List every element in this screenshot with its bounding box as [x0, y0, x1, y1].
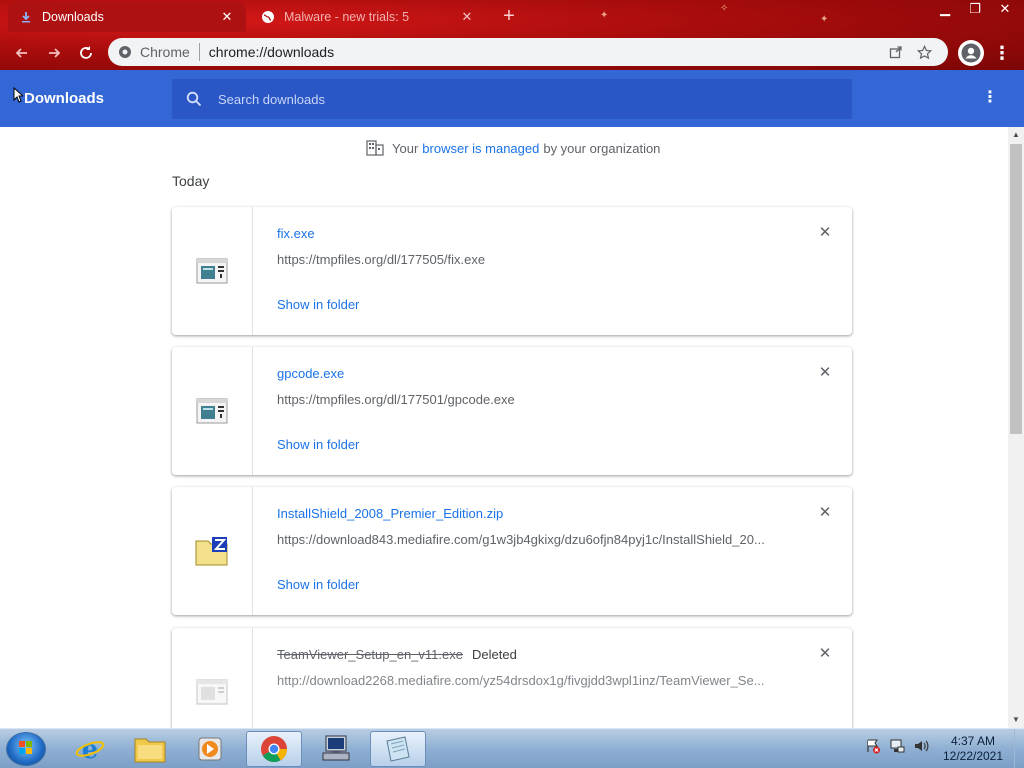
managed-prefix: Your: [392, 140, 419, 156]
download-item: gpcode.exe https://tmpfiles.org/dl/17750…: [172, 347, 852, 475]
remove-from-list-button[interactable]: ✕: [817, 504, 833, 521]
show-in-folder-link[interactable]: Show in folder: [277, 577, 359, 592]
chrome-icon[interactable]: [246, 731, 302, 767]
taskbar: e 4:37 AM 12/22/2021: [0, 728, 1024, 768]
new-tab-button[interactable]: +: [498, 6, 520, 28]
file-explorer-icon[interactable]: [122, 731, 178, 767]
download-item-deleted: TeamViewer_Setup_en_v11.exe Deleted http…: [172, 628, 852, 728]
file-name-link[interactable]: fix.exe: [277, 226, 315, 241]
sparkle-decoration: ✧: [720, 3, 729, 14]
network-status-icon[interactable]: [888, 737, 906, 755]
browser-frame: ✦ ✦ ✧ ✦ Downloads ✕ Malware - new trials…: [0, 0, 1024, 70]
close-icon[interactable]: ✕: [458, 8, 476, 26]
profile-button[interactable]: [958, 40, 984, 66]
share-icon[interactable]: [882, 40, 910, 64]
show-desktop-button[interactable]: [1014, 729, 1024, 768]
downloads-list: Your browser is managed by your organiza…: [0, 127, 1008, 728]
scroll-up-arrow-icon[interactable]: ▲: [1008, 127, 1024, 143]
search-icon: [186, 91, 202, 107]
reload-button[interactable]: [70, 37, 102, 69]
download-icon: [18, 9, 34, 25]
tab-malware[interactable]: Malware - new trials: 5 ✕: [250, 2, 486, 32]
mouse-cursor-icon: [13, 87, 23, 103]
file-source-url[interactable]: https://tmpfiles.org/dl/177501/gpcode.ex…: [277, 392, 777, 407]
system-clock[interactable]: 4:37 AM 12/22/2021: [938, 734, 1008, 764]
scrollbar[interactable]: ▲ ▼: [1008, 127, 1024, 728]
managed-notice: Your browser is managed by your organiza…: [366, 140, 660, 156]
tab-downloads[interactable]: Downloads ✕: [8, 2, 246, 32]
network-computer-icon[interactable]: [308, 731, 364, 767]
search-input[interactable]: Search downloads: [172, 79, 852, 119]
file-name-link[interactable]: InstallShield_2008_Premier_Edition.zip: [277, 506, 503, 521]
exe-file-icon: [172, 207, 253, 335]
more-actions-button[interactable]: ⋮: [980, 88, 1000, 110]
file-name-link[interactable]: gpcode.exe: [277, 366, 344, 381]
windows-logo-icon: [19, 741, 32, 754]
show-in-folder-link[interactable]: Show in folder: [277, 437, 359, 452]
managed-link[interactable]: browser is managed: [422, 141, 539, 156]
remove-from-list-button[interactable]: ✕: [817, 645, 833, 662]
search-placeholder: Search downloads: [218, 91, 325, 107]
download-item: InstallShield_2008_Premier_Edition.zip h…: [172, 487, 852, 615]
sparkle-decoration: ✦: [820, 14, 829, 25]
notepad-window-icon[interactable]: [370, 731, 426, 767]
scroll-down-arrow-icon[interactable]: ▼: [1008, 712, 1024, 728]
page-title: Downloads: [24, 90, 105, 107]
file-name-deleted: TeamViewer_Setup_en_v11.exe: [277, 647, 463, 662]
minimize-button[interactable]: ▁: [930, 0, 960, 20]
media-player-icon[interactable]: [182, 731, 238, 767]
scheme-label: Chrome: [140, 44, 190, 60]
status-badge: Deleted: [472, 647, 517, 662]
action-center-flag-icon[interactable]: [864, 737, 882, 755]
window-controls: ▁ ❐ ✕: [930, 0, 1020, 20]
close-window-button[interactable]: ✕: [990, 0, 1020, 20]
scroll-thumb[interactable]: [1010, 144, 1022, 434]
clock-time: 4:37 AM: [950, 734, 996, 748]
blank-file-icon: [172, 628, 253, 728]
downloads-header: Downloads Search downloads ⋮: [0, 70, 1024, 127]
start-button[interactable]: [6, 732, 46, 766]
sparkle-decoration: ✦: [600, 10, 609, 21]
reload-icon: [80, 45, 92, 59]
close-icon[interactable]: ✕: [218, 8, 236, 26]
svg-text:e: e: [82, 735, 99, 764]
tab-title: Malware - new trials: 5: [284, 10, 423, 24]
remove-from-list-button[interactable]: ✕: [817, 224, 833, 241]
exe-file-icon: [172, 347, 253, 475]
omnibox[interactable]: Chrome chrome://downloads: [108, 38, 948, 66]
bookmark-star-icon[interactable]: [910, 40, 938, 64]
show-in-folder-link[interactable]: Show in folder: [277, 297, 359, 312]
remove-from-list-button[interactable]: ✕: [817, 364, 833, 381]
chrome-menu-button[interactable]: ⋮: [992, 41, 1012, 65]
tab-title: Downloads: [42, 10, 104, 24]
restore-button[interactable]: ❐: [960, 0, 990, 20]
download-item: fix.exe https://tmpfiles.org/dl/177505/f…: [172, 207, 852, 335]
file-source-url[interactable]: https://tmpfiles.org/dl/177505/fix.exe: [277, 252, 777, 267]
arrow-left-icon: [15, 47, 27, 58]
url-text[interactable]: chrome://downloads: [209, 44, 882, 60]
divider: [198, 43, 200, 61]
arrow-right-icon: [49, 47, 61, 58]
avatar-icon: [961, 43, 981, 63]
building-icon: [366, 140, 384, 156]
chrome-page-icon[interactable]: [118, 45, 132, 59]
zip-file-icon: [172, 487, 253, 615]
internet-explorer-icon[interactable]: e: [62, 731, 118, 767]
back-button[interactable]: [6, 37, 38, 69]
globe-icon: [260, 9, 276, 25]
date-group-label: Today: [172, 173, 210, 189]
clock-date: 12/22/2021: [942, 749, 1004, 763]
file-source-url[interactable]: http://download2268.mediafire.com/yz54dr…: [277, 673, 777, 688]
toolbar: Chrome chrome://downloads ⋮: [0, 35, 1024, 70]
system-tray: [864, 737, 930, 755]
managed-suffix: by your organization: [543, 140, 661, 156]
volume-icon[interactable]: [912, 737, 930, 755]
forward-button[interactable]: [38, 37, 70, 69]
file-source-url[interactable]: https://download843.mediafire.com/g1w3jb…: [277, 532, 777, 547]
